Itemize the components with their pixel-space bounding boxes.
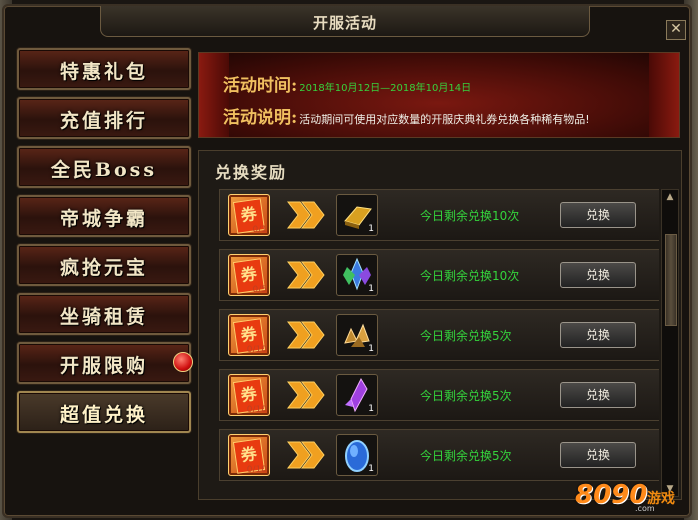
sidebar-item-ingot-grab[interactable]: 疯抢元宝 [17, 244, 191, 286]
site-logo: 8090 游戏 .com [575, 480, 685, 516]
close-button[interactable]: ✕ [666, 20, 686, 40]
double-arrow-icon [286, 441, 325, 469]
item-quantity: 1 [368, 464, 374, 474]
remaining-exchanges: 今日剩余兑换10次 [420, 209, 520, 223]
logo-domain: .com [635, 504, 655, 513]
scrollbar[interactable]: ▲ ▼ [661, 189, 679, 497]
remaining-exchanges: 今日剩余兑换5次 [420, 449, 512, 463]
ticket-icon: 券 0/5 [228, 254, 270, 296]
reward-row: 券 0/10 1 今日剩余兑换5次 兑换 [219, 369, 659, 421]
sidebar-item-label: 疯抢元宝 [59, 257, 148, 279]
sidebar-item-label: 帝城争霸 [59, 208, 148, 230]
activity-banner: 活动时间: 2018年10月12日—2018年10月14日 活动说明: 活动期间可使… [198, 52, 680, 138]
sidebar-item-special-gift[interactable]: 特惠礼包 [17, 48, 191, 90]
notification-dot [173, 352, 193, 372]
gold-shards-icon[interactable]: 1 [336, 314, 378, 356]
blue-gem-icon[interactable]: 1 [336, 434, 378, 476]
activity-time-value: 2018年10月12日—2018年10月14日 [299, 83, 472, 94]
double-arrow-icon [286, 201, 325, 229]
exchange-button[interactable]: 兑换 [560, 442, 636, 468]
activity-time-label: 活动时间: [223, 76, 298, 96]
scroll-thumb[interactable] [665, 234, 677, 326]
sidebar-item-city-war[interactable]: 帝城争霸 [17, 195, 191, 237]
activity-time-row: 活动时间: 2018年10月12日—2018年10月14日 [223, 71, 471, 96]
sidebar-item-label: 充值排行 [59, 110, 148, 132]
sidebar-item-label: 坐骑租赁 [59, 306, 148, 328]
gold-bar-icon[interactable]: 1 [336, 194, 378, 236]
sidebar-item-mount-rental[interactable]: 坐骑租赁 [17, 293, 191, 335]
exchange-button[interactable]: 兑换 [560, 322, 636, 348]
curtain-right [649, 53, 679, 137]
exchange-button[interactable]: 兑换 [560, 202, 636, 228]
double-arrow-icon [286, 381, 325, 409]
exchange-button[interactable]: 兑换 [560, 262, 636, 288]
scroll-up-icon[interactable]: ▲ [662, 190, 678, 204]
double-arrow-icon [286, 261, 325, 289]
sidebar-item-world-boss[interactable]: 全民Boss [17, 146, 191, 188]
sidebar-item-label: 开服限购 [59, 355, 148, 377]
ticket-icon: 券 0/1 [228, 194, 270, 236]
ticket-icon: 券 0/10 [228, 314, 270, 356]
sidebar-item-label: 全民Boss [50, 159, 158, 181]
item-quantity: 1 [368, 404, 374, 414]
ticket-icon: 券 0/10 [228, 374, 270, 416]
ticket-count: 0/1 [252, 225, 267, 235]
reward-row: 券 0/10 1 今日剩余兑换5次 兑换 [219, 309, 659, 361]
rewards-title: 兑换奖励 [215, 163, 288, 182]
sidebar-item-exchange[interactable]: 超值兑换 [17, 391, 191, 433]
item-quantity: 1 [368, 284, 374, 294]
double-arrow-icon [286, 321, 325, 349]
sidebar-item-label: 超值兑换 [59, 404, 148, 426]
reward-row: 券 0/5 1 今日剩余兑换10次 兑换 [219, 249, 659, 301]
sidebar-item-label: 特惠礼包 [59, 61, 148, 83]
activity-desc-value: 活动期间可使用对应数量的开服庆典礼券兑换各种稀有物品! [299, 113, 590, 126]
title-bar: 开服活动 [100, 6, 590, 37]
remaining-exchanges: 今日剩余兑换10次 [420, 269, 520, 283]
window-title: 开服活动 [312, 14, 377, 32]
sidebar-item-limited-buy[interactable]: 开服限购 [17, 342, 193, 384]
activity-desc-label: 活动说明: [223, 108, 298, 128]
purple-shard-icon[interactable]: 1 [336, 374, 378, 416]
item-quantity: 1 [368, 224, 374, 234]
reward-row: 券 0/10 1 今日剩余兑换5次 兑换 [219, 429, 659, 481]
remaining-exchanges: 今日剩余兑换5次 [420, 389, 512, 403]
rewards-list: 券 0/1 1 今日剩余兑换10次 兑换 券 0/5 1 今日剩余兑换10次 兑换 … [219, 189, 659, 497]
ticket-count: 0/10 [246, 405, 267, 415]
item-quantity: 1 [368, 344, 374, 354]
ticket-count: 0/10 [246, 345, 267, 355]
activity-desc-row: 活动说明: 活动期间可使用对应数量的开服庆典礼券兑换各种稀有物品! [223, 103, 590, 128]
rewards-panel: 兑换奖励 券 0/1 1 今日剩余兑换10次 兑换 券 0/5 1 今日剩余兑换10… [198, 150, 682, 500]
exchange-button[interactable]: 兑换 [560, 382, 636, 408]
remaining-exchanges: 今日剩余兑换5次 [420, 329, 512, 343]
blue-crystal-icon[interactable]: 1 [336, 254, 378, 296]
ticket-count: 0/5 [252, 285, 267, 295]
ticket-icon: 券 0/10 [228, 434, 270, 476]
sidebar-item-recharge-rank[interactable]: 充值排行 [17, 97, 191, 139]
reward-row: 券 0/1 1 今日剩余兑换10次 兑换 [219, 189, 659, 241]
ticket-count: 0/10 [246, 465, 267, 475]
sidebar: 特惠礼包 充值排行 全民Boss 帝城争霸 疯抢元宝 坐骑租赁 开服限购 超值兑… [12, 48, 193, 440]
